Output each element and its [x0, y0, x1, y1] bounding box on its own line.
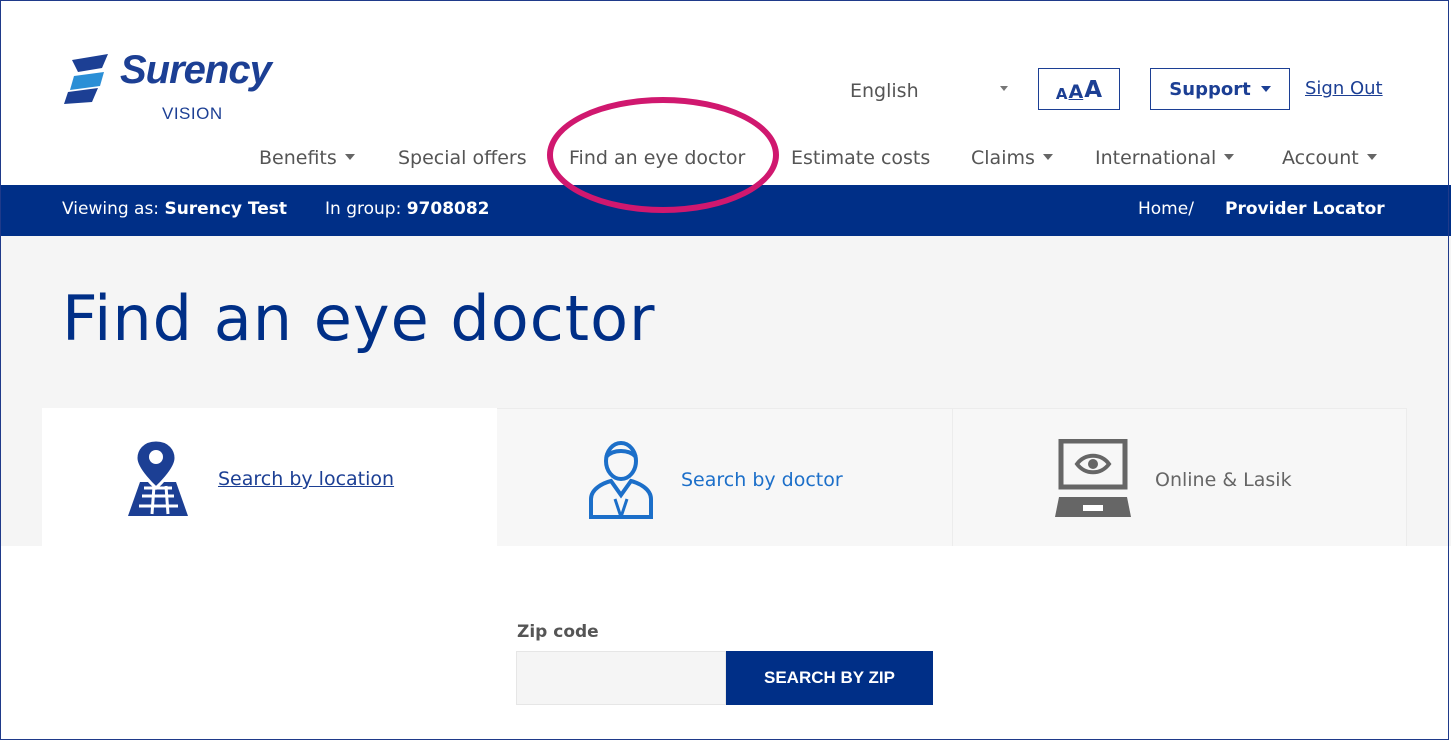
nav-benefits-label: Benefits	[259, 147, 337, 169]
tab-online-label[interactable]: Online & Lasik	[1155, 469, 1292, 491]
breadcrumb-home[interactable]: Home/	[1138, 199, 1194, 219]
zip-code-label: Zip code	[517, 622, 599, 642]
chevron-down-icon	[344, 153, 355, 160]
chevron-down-icon	[1224, 153, 1235, 160]
page-title: Find an eye doctor	[62, 282, 656, 355]
viewing-prefix: Viewing as:	[62, 199, 160, 219]
nav-international[interactable]: International	[1095, 147, 1235, 169]
tab-location-label[interactable]: Search by location	[218, 468, 394, 490]
text-size-large[interactable]: A	[1084, 77, 1102, 103]
group-info: In group: 9708082	[325, 199, 490, 219]
nav-claims-label: Claims	[971, 147, 1035, 169]
map-pin-icon	[118, 438, 198, 522]
nav-special-offers[interactable]: Special offers	[398, 147, 527, 169]
text-size-medium[interactable]: A	[1069, 81, 1084, 103]
viewing-as: Viewing as: Surency Test	[62, 199, 287, 219]
nav-account-label: Account	[1282, 147, 1359, 169]
support-label: Support	[1169, 78, 1251, 100]
nav-claims[interactable]: Claims	[971, 147, 1053, 169]
language-caret-icon[interactable]	[1000, 86, 1008, 91]
nav-estimate-costs[interactable]: Estimate costs	[791, 147, 930, 169]
zip-code-input[interactable]	[516, 651, 726, 705]
viewing-name: Surency Test	[164, 199, 288, 219]
doctor-icon	[585, 439, 657, 523]
support-button[interactable]: Support	[1150, 68, 1290, 110]
surency-logo-icon	[64, 54, 108, 104]
search-by-zip-button[interactable]: SEARCH BY ZIP	[726, 651, 933, 705]
logo-wordmark: Surency	[120, 48, 272, 92]
laptop-eye-icon	[1055, 438, 1131, 523]
chevron-down-icon	[1042, 153, 1053, 160]
chevron-down-icon	[1260, 86, 1271, 92]
tab-search-by-location[interactable]: Search by location	[42, 408, 497, 546]
group-prefix: In group:	[325, 199, 402, 219]
group-id: 9708082	[406, 199, 490, 219]
nav-benefits[interactable]: Benefits	[259, 147, 355, 169]
surency-vision-logo[interactable]: Surency VISION	[64, 48, 304, 130]
chevron-down-icon	[1366, 153, 1377, 160]
breadcrumb-current: Provider Locator	[1225, 199, 1385, 219]
sign-out-link[interactable]: Sign Out	[1305, 78, 1383, 99]
text-size-button[interactable]: A A A	[1038, 68, 1120, 110]
text-size-small[interactable]: A	[1056, 85, 1068, 103]
nav-international-label: International	[1095, 147, 1217, 169]
context-bar: Viewing as: Surency Test In group: 97080…	[0, 185, 1451, 236]
tab-online-lasik[interactable]: Online & Lasik	[952, 408, 1407, 546]
logo-subtitle: VISION	[162, 104, 223, 123]
tab-doctor-label[interactable]: Search by doctor	[681, 469, 843, 491]
nav-account[interactable]: Account	[1282, 147, 1377, 169]
nav-find-eye-doctor[interactable]: Find an eye doctor	[569, 147, 745, 169]
language-select[interactable]: English	[850, 80, 919, 102]
tab-search-by-doctor[interactable]: Search by doctor	[497, 408, 952, 546]
